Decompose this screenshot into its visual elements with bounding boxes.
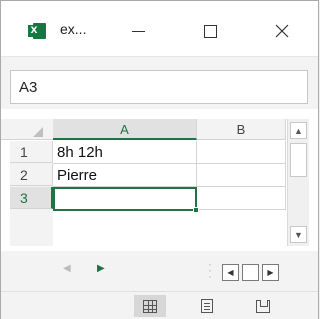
name-box-value: A3 [19,79,38,96]
cell-a3[interactable] [53,187,197,211]
column-header-a[interactable]: A [53,119,197,140]
title-bar: X ex... [1,1,318,57]
sheet-tab-bar: ◀ ▶ · · · ◀ ▶ [1,251,318,291]
excel-window: X ex... A3 A B 1 2 3 8h 12h Pierre ▲ ▼ ◀… [0,0,319,319]
select-all-corner[interactable] [33,127,43,137]
worksheet-grid: A B 1 2 3 8h 12h Pierre ▲ ▼ [1,109,318,251]
row-header-3[interactable]: 3 [10,187,53,209]
name-box[interactable]: A3 [10,70,308,104]
horizontal-scrollbar[interactable]: ◀ ▶ [222,264,284,281]
splitter-dots-icon[interactable]: · · · [208,258,212,282]
column-header-b[interactable]: B [197,119,286,140]
page-layout-view-button[interactable] [191,295,223,317]
normal-view-icon [143,299,157,313]
row-header-2[interactable]: 2 [10,164,53,186]
page-break-preview-icon [256,299,270,313]
cell-b1[interactable] [197,141,286,164]
scroll-right-button[interactable]: ▶ [262,264,279,281]
cell-b3[interactable] [197,187,286,210]
window-title: ex... [60,21,87,37]
select-all-triangle-icon [33,127,43,137]
scroll-down-button[interactable]: ▼ [290,226,307,243]
close-icon [275,24,289,38]
normal-view-button[interactable] [134,295,166,317]
maximize-button[interactable] [187,11,233,51]
chevron-up-icon: ▲ [294,125,303,136]
cell-a1[interactable]: 8h 12h [53,141,197,164]
scroll-left-button[interactable]: ◀ [222,264,239,281]
row-header-column: 1 2 3 [10,141,53,246]
chevron-down-icon: ▼ [294,229,303,240]
excel-icon: X [28,23,46,39]
formula-bar-area: A3 [1,58,318,108]
fill-handle[interactable] [193,207,199,213]
page-break-preview-button[interactable] [247,295,279,317]
cell-area: 8h 12h Pierre [53,141,286,246]
sheet-next-button[interactable]: ▶ [97,263,105,274]
minimize-button[interactable] [115,11,161,51]
column-header-row: A B [1,119,286,140]
scroll-up-button[interactable]: ▲ [290,122,307,139]
cell-a2[interactable]: Pierre [53,164,197,187]
vertical-scroll-thumb[interactable] [290,143,307,177]
page-layout-icon [201,299,213,313]
maximize-icon [203,24,217,38]
cell-b2[interactable] [197,164,286,187]
chevron-right-icon: ▶ [267,268,274,277]
minimize-icon [131,30,145,32]
vertical-scrollbar[interactable]: ▲ ▼ [287,119,309,246]
close-button[interactable] [259,11,305,51]
row-header-1[interactable]: 1 [10,141,53,163]
sheet-prev-button[interactable]: ◀ [63,263,71,274]
status-bar [1,291,318,319]
chevron-left-icon: ◀ [227,268,234,277]
horizontal-scroll-thumb[interactable] [242,264,259,281]
